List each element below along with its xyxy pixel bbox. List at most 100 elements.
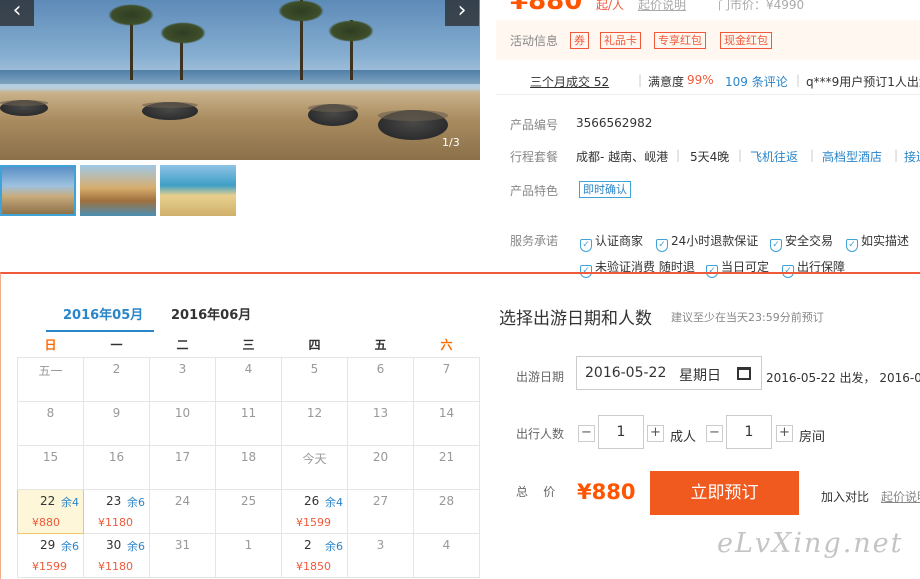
thumbnail-2[interactable] xyxy=(80,165,156,216)
shield-check-icon: ✓ xyxy=(846,239,858,252)
sales-count[interactable]: 三个月成交 52 xyxy=(530,73,609,90)
day-number: 14 xyxy=(438,405,455,420)
promo-tag-coupon[interactable]: 券 xyxy=(570,32,589,49)
calendar-day: 27 xyxy=(347,488,414,534)
tab-month-may[interactable]: 2016年05月 xyxy=(63,304,143,323)
calendar-day[interactable]: 30 余6 ¥1180 xyxy=(83,532,150,578)
day-number: 27 xyxy=(372,493,389,508)
stats-row: 三个月成交 52 | 满意度 99% 109 条评论 | q***9用户预订1人… xyxy=(496,67,920,95)
tab-month-june[interactable]: 2016年06月 xyxy=(171,304,251,323)
satisfaction-label: 满意度 xyxy=(648,75,685,89)
month-tab-indicator xyxy=(46,330,154,332)
booking-panel: 2016年05月 2016年06月 日一二三四五六 五一 2 3 4 5 6 7 8 9 10 11… xyxy=(0,272,920,579)
rooms-increment-button[interactable]: + xyxy=(776,425,793,442)
main-photo[interactable]: ‹ › 1/3 xyxy=(0,0,480,160)
day-number: 3 xyxy=(376,537,385,552)
travel-date-input[interactable]: 2016-05-22 星期日 xyxy=(576,356,762,390)
date-value: 2016-05-22 xyxy=(585,365,667,381)
promise-text: 安全交易 xyxy=(785,234,834,248)
photo-basket-boat xyxy=(142,102,198,120)
calendar-day: 7 xyxy=(413,357,480,402)
day-number: 6 xyxy=(376,361,385,376)
calendar-day: 4 xyxy=(413,532,480,578)
photo-basket-boat xyxy=(0,100,48,116)
adults-decrement-button[interactable]: − xyxy=(578,425,595,442)
day-number: 16 xyxy=(108,449,125,464)
calendar-icon[interactable] xyxy=(737,367,751,380)
recent-booking: q***9用户预订1人出游 xyxy=(806,75,920,89)
rooms-value[interactable]: 1 xyxy=(726,415,772,449)
calendar-day: 3 xyxy=(149,357,216,402)
divider: | xyxy=(796,73,801,87)
book-now-button[interactable]: 立即预订 xyxy=(650,471,799,515)
day-number: 31 xyxy=(174,537,191,552)
market-price: 门市价：¥4990 xyxy=(718,0,805,12)
promo-tag-cash[interactable]: 现金红包 xyxy=(720,32,772,49)
calendar-day[interactable]: 26 余4 ¥1599 xyxy=(281,488,348,534)
weekday-header: 六 xyxy=(413,333,480,358)
chevron-right-icon: › xyxy=(457,0,467,23)
photo-palm-crown xyxy=(108,4,154,26)
add-compare-link[interactable]: 加入对比 xyxy=(821,488,869,505)
divider: | xyxy=(676,148,681,162)
weekday-header: 二 xyxy=(149,333,216,358)
adults-increment-button[interactable]: + xyxy=(647,425,664,442)
gallery-counter: 1/3 xyxy=(442,136,460,149)
package-days: 5天4晚 xyxy=(690,150,730,164)
package-flight-link[interactable]: 飞机往返 xyxy=(750,148,798,165)
day-price: ¥880 xyxy=(32,515,60,529)
thumbnail-3[interactable] xyxy=(160,165,236,216)
day-number: 4 xyxy=(442,537,451,552)
calendar-day[interactable]: 2 余6 ¥1850 xyxy=(281,532,348,578)
calendar-day: 10 xyxy=(149,400,216,446)
calendar-day: 28 xyxy=(413,488,480,534)
calendar-day[interactable]: 23 余6 ¥1180 xyxy=(83,488,150,534)
day-number: 4 xyxy=(244,361,253,376)
day-number: 24 xyxy=(174,493,191,508)
calendar-day[interactable]: 22 余4 ¥880 xyxy=(17,488,84,534)
day-number: 1 xyxy=(244,537,253,552)
calendar-day: 11 xyxy=(215,400,282,446)
day-number: 2 xyxy=(112,361,121,376)
calendar-day: 21 xyxy=(413,444,480,490)
calendar-day: 1 xyxy=(215,532,282,578)
divider: | xyxy=(738,148,743,162)
adults-value[interactable]: 1 xyxy=(598,415,644,449)
promo-tag-exclusive[interactable]: 专享红包 xyxy=(654,32,706,49)
thumbnail-1[interactable] xyxy=(0,165,76,216)
calendar-day: 24 xyxy=(149,488,216,534)
rooms-decrement-button[interactable]: − xyxy=(706,425,723,442)
calendar-day: 20 xyxy=(347,444,414,490)
photo-sea xyxy=(0,70,480,84)
promo-tag-gift-card[interactable]: 礼品卡 xyxy=(600,32,641,49)
day-remaining: 余6 xyxy=(127,495,145,509)
top-price-explain-link[interactable]: 起价说明 xyxy=(638,0,686,13)
booking-title: 选择出游日期和人数 xyxy=(499,309,652,329)
rooms-unit: 房间 xyxy=(799,430,826,445)
package-label: 行程套餐 xyxy=(510,150,559,164)
day-number: 8 xyxy=(46,405,55,420)
top-price-unit: 起/人 xyxy=(596,0,625,12)
package-transfer-link[interactable]: 接送 xyxy=(904,148,920,165)
calendar-day: 3 xyxy=(347,532,414,578)
promo-row xyxy=(496,20,920,60)
feature-label: 产品特色 xyxy=(510,184,559,198)
day-remaining: 余6 xyxy=(61,539,79,553)
day-number: 10 xyxy=(174,405,191,420)
calendar-day: 18 xyxy=(215,444,282,490)
reviews-link[interactable]: 109 条评论 xyxy=(725,73,788,90)
day-number: 今天 xyxy=(302,451,327,466)
photo-palm-crown xyxy=(160,22,206,44)
calendar-day: 17 xyxy=(149,444,216,490)
top-price: ¥880 xyxy=(510,0,583,16)
gallery-prev-button[interactable]: ‹ xyxy=(0,0,34,26)
calendar-day: 16 xyxy=(83,444,150,490)
people-label: 出行人数 xyxy=(516,427,565,441)
calendar-day[interactable]: 29 余6 ¥1599 xyxy=(17,532,84,578)
day-number: 17 xyxy=(174,449,191,464)
adults-unit: 成人 xyxy=(670,430,697,445)
calendar-day: 15 xyxy=(17,444,84,490)
package-hotel-link[interactable]: 高档型酒店 xyxy=(822,148,882,165)
gallery-next-button[interactable]: › xyxy=(445,0,479,26)
price-explain-link[interactable]: 起价说明 xyxy=(881,488,920,505)
